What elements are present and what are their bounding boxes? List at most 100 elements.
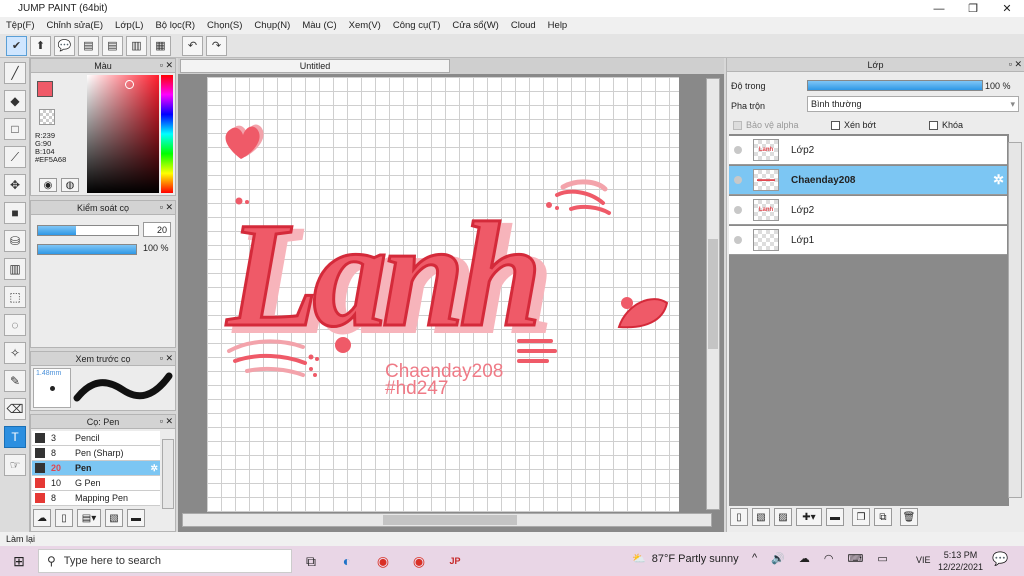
layer-row-selected[interactable]: ▬▬▬ Chaenday208 ✲ — [729, 166, 1007, 195]
canvas-horizontal-scrollbar[interactable] — [182, 513, 712, 527]
panel-controls-icon[interactable]: ▫ ✕ — [160, 60, 173, 71]
grid-icon[interactable]: ▦ — [150, 35, 171, 56]
line-tool-icon[interactable]: ⟋ — [4, 146, 26, 168]
brush-size-slider[interactable] — [37, 225, 139, 236]
network-icon[interactable]: ☁ — [799, 552, 810, 565]
display-icon[interactable]: ▭ — [877, 552, 887, 565]
horizontal-scroll-thumb[interactable] — [383, 515, 517, 525]
menu-edit[interactable]: Chỉnh sửa(E) — [41, 20, 110, 31]
layer-row[interactable]: Lớp1 — [729, 226, 1007, 255]
delete-layer-icon[interactable]: 🗑 — [900, 508, 918, 526]
export-icon[interactable]: ⬆ — [30, 35, 51, 56]
visibility-icon[interactable] — [734, 206, 742, 214]
picker-cursor[interactable] — [125, 80, 134, 89]
drawing-canvas[interactable]: Lanh Lanh Chaenday208 #hd247 — [207, 77, 679, 512]
text-tool-icon[interactable]: T — [4, 426, 26, 448]
panel-icon[interactable]: ▤ — [78, 35, 99, 56]
clip-option[interactable]: Xén bớt — [831, 120, 876, 130]
brush-cloud-icon[interactable]: ☁ — [33, 509, 51, 527]
lasso-tool-icon[interactable]: ◌ — [4, 314, 26, 336]
select-pen-tool-icon[interactable]: ✎ — [4, 370, 26, 392]
palette-icon[interactable]: ◉ — [39, 178, 57, 192]
duplicate-layer-icon[interactable]: ❐ — [852, 508, 870, 526]
visibility-icon[interactable] — [734, 176, 742, 184]
weather-widget[interactable]: ⛅ 87°F Partly sunny — [632, 552, 739, 566]
saturation-value-picker[interactable] — [87, 75, 159, 193]
menu-filter[interactable]: Bộ lọc(R) — [149, 20, 201, 31]
blend-mode-select[interactable]: Bình thường ▾ — [807, 96, 1019, 112]
menu-select[interactable]: Chọn(S) — [201, 20, 248, 31]
chevron-up-icon[interactable]: ^ — [752, 552, 757, 565]
list-icon[interactable]: ▥ — [126, 35, 147, 56]
layer-row[interactable]: Lanh Lớp2 — [729, 196, 1007, 225]
clip-checkbox[interactable] — [831, 120, 840, 130]
brush-options-icon[interactable]: ▤▾ — [77, 509, 101, 527]
wifi-icon[interactable]: ◠ — [824, 552, 834, 565]
new-brush-icon[interactable]: ▯ — [55, 509, 73, 527]
copy-brush-icon[interactable]: ▧ — [105, 509, 123, 527]
cloud-check-icon[interactable]: ✔ — [6, 35, 27, 56]
visibility-icon[interactable] — [734, 146, 742, 154]
brush-opacity-slider[interactable] — [37, 244, 137, 255]
new-halftone-layer-icon[interactable]: ▧ — [752, 508, 770, 526]
select-eraser-tool-icon[interactable]: ⌫ — [4, 398, 26, 420]
notifications-icon[interactable]: 💬 — [992, 551, 1008, 567]
visibility-icon[interactable] — [734, 236, 742, 244]
menu-color[interactable]: Màu (C) — [296, 20, 342, 31]
transparent-swatch[interactable] — [39, 109, 55, 125]
hue-slider[interactable] — [161, 75, 173, 193]
new-8bit-layer-icon[interactable]: ▨ — [774, 508, 792, 526]
move-tool-icon[interactable]: ✥ — [4, 174, 26, 196]
taskbar-search[interactable]: ⚲ Type here to search — [38, 549, 292, 573]
main-color-swatch[interactable] — [37, 81, 53, 97]
folder-icon[interactable]: ▬ — [127, 509, 145, 527]
brush-item[interactable]: 3 Pencil — [32, 431, 160, 446]
vertical-scroll-thumb[interactable] — [708, 239, 718, 349]
menu-file[interactable]: Tệp(F) — [0, 20, 41, 31]
undo-icon[interactable]: ↶ — [182, 35, 203, 56]
layer-row[interactable]: Lanh Lớp2 — [729, 136, 1007, 165]
tab-untitled[interactable]: Untitled — [180, 59, 450, 73]
jump-paint-app-icon[interactable]: JP — [442, 548, 468, 574]
canvas-vertical-scrollbar[interactable] — [706, 78, 720, 510]
menu-view[interactable]: Xem(V) — [343, 20, 387, 31]
chrome-icon[interactable]: ◉ — [370, 548, 396, 574]
eyedropper-icon[interactable]: ◍ — [61, 178, 79, 192]
brush-item[interactable]: 8 Mapping Pen — [32, 491, 160, 506]
menu-layer[interactable]: Lớp(L) — [109, 20, 149, 31]
menu-window[interactable]: Cửa sổ(W) — [446, 20, 504, 31]
brush-list-scrollbar[interactable] — [162, 439, 174, 509]
windows-start-icon[interactable]: ⊞ — [6, 548, 32, 574]
speech-bubble-icon[interactable]: 💬 — [54, 35, 75, 56]
layer-opacity-slider[interactable] — [807, 80, 983, 91]
protect-alpha-option[interactable]: Bảo vệ alpha — [733, 120, 799, 130]
menu-cloud[interactable]: Cloud — [505, 20, 542, 31]
lock-option[interactable]: Khóa — [929, 120, 963, 130]
language-indicator[interactable]: VIE — [916, 555, 931, 565]
eraser-tool-icon[interactable]: ◆ — [4, 90, 26, 112]
brush-item[interactable]: 8 Pen (Sharp) — [32, 446, 160, 461]
panel-controls-icon[interactable]: ▫ ✕ — [160, 416, 173, 427]
lock-checkbox[interactable] — [929, 120, 938, 130]
brush-item[interactable]: 10 G Pen — [32, 476, 160, 491]
new-layer-icon[interactable]: ▯ — [730, 508, 748, 526]
panel-controls-icon[interactable]: ▫ ✕ — [160, 202, 173, 213]
chrome-profile-icon[interactable]: ◉ — [406, 548, 432, 574]
brush-item-selected[interactable]: 20 Pen ✲ — [32, 461, 160, 476]
brush-size-input[interactable]: 20 — [143, 222, 171, 237]
protect-alpha-checkbox[interactable] — [733, 120, 742, 130]
menu-capture[interactable]: Chụp(N) — [248, 20, 296, 31]
redo-icon[interactable]: ↷ — [206, 35, 227, 56]
layer-list-scrollbar[interactable] — [1008, 142, 1022, 498]
bucket-tool-icon[interactable]: ⛁ — [4, 230, 26, 252]
fill-rect-tool-icon[interactable]: ■ — [4, 202, 26, 224]
merge-layer-icon[interactable]: ⧉ — [874, 508, 892, 526]
rect-select-tool-icon[interactable]: ⬚ — [4, 286, 26, 308]
folder-layer-icon[interactable]: ▬ — [826, 508, 844, 526]
menu-help[interactable]: Help — [542, 20, 574, 31]
keyboard-icon[interactable]: ⌨ — [847, 552, 863, 565]
clock[interactable]: 5:13 PM 12/22/2021 — [938, 549, 983, 573]
edge-browser-icon[interactable]: ◐ — [334, 548, 360, 574]
menu-tools[interactable]: Công cụ(T) — [387, 20, 447, 31]
minimize-button[interactable]: — — [922, 0, 956, 17]
